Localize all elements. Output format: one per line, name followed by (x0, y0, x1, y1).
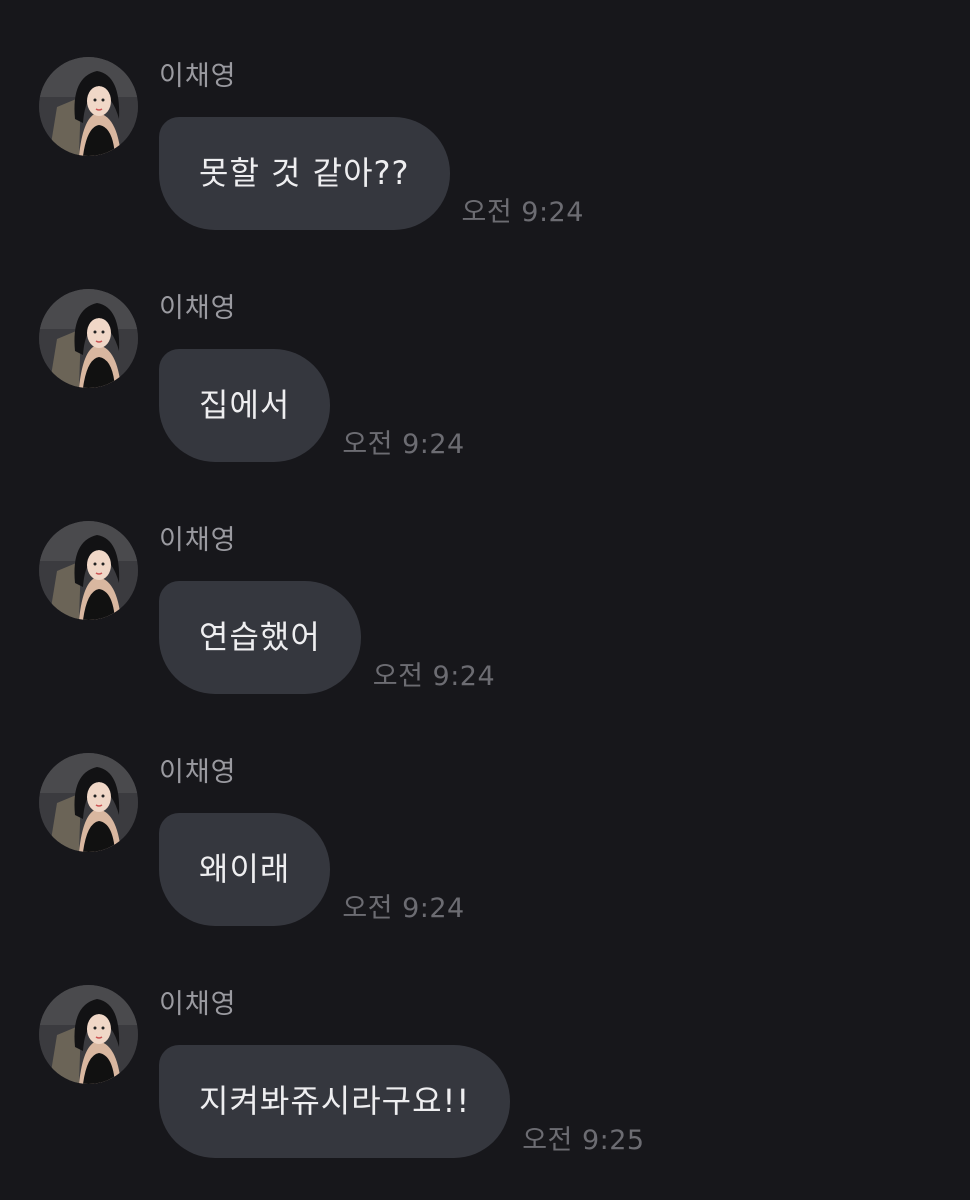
chat-message: 이채영 집에서 오전 9:24 (0, 289, 970, 479)
message-timestamp: 오전 9:24 (461, 197, 584, 228)
avatar-photo-icon (39, 985, 138, 1084)
chat-message: 이채영 지켜봐쥬시라구요!! 오전 9:25 (0, 985, 970, 1175)
sender-name: 이채영 (159, 61, 237, 92)
message-row: 연습했어 오전 9:24 (159, 581, 495, 694)
chat-message-list: 이채영 못할 것 같아?? 오전 9:24 이채영 집에서 오전 9:24 이채… (0, 0, 970, 1200)
avatar[interactable] (39, 521, 138, 620)
avatar[interactable] (39, 753, 138, 852)
chat-message: 이채영 못할 것 같아?? 오전 9:24 (0, 57, 970, 247)
avatar-photo-icon (39, 289, 138, 388)
avatar-photo-icon (39, 753, 138, 852)
message-row: 못할 것 같아?? 오전 9:24 (159, 117, 584, 230)
message-row: 왜이래 오전 9:24 (159, 813, 465, 926)
message-timestamp: 오전 9:25 (522, 1125, 645, 1156)
sender-name: 이채영 (159, 757, 237, 788)
sender-name: 이채영 (159, 525, 237, 556)
message-bubble[interactable]: 집에서 (159, 349, 331, 462)
message-bubble[interactable]: 연습했어 (159, 581, 361, 694)
avatar[interactable] (39, 985, 138, 1084)
message-timestamp: 오전 9:24 (342, 893, 465, 924)
message-bubble[interactable]: 지켜봐쥬시라구요!! (159, 1045, 511, 1158)
message-timestamp: 오전 9:24 (372, 661, 496, 692)
avatar-photo-icon (39, 521, 138, 620)
chat-message: 이채영 연습했어 오전 9:24 (0, 521, 970, 711)
chat-message: 이채영 왜이래 오전 9:24 (0, 753, 970, 943)
avatar[interactable] (39, 289, 138, 388)
message-timestamp: 오전 9:24 (342, 429, 465, 460)
message-bubble[interactable]: 못할 것 같아?? (159, 117, 450, 230)
message-bubble[interactable]: 왜이래 (159, 813, 331, 926)
avatar[interactable] (39, 57, 138, 156)
message-row: 집에서 오전 9:24 (159, 349, 465, 462)
sender-name: 이채영 (159, 989, 237, 1020)
message-row: 지켜봐쥬시라구요!! 오전 9:25 (159, 1045, 645, 1158)
sender-name: 이채영 (159, 293, 237, 324)
avatar-photo-icon (39, 57, 138, 156)
